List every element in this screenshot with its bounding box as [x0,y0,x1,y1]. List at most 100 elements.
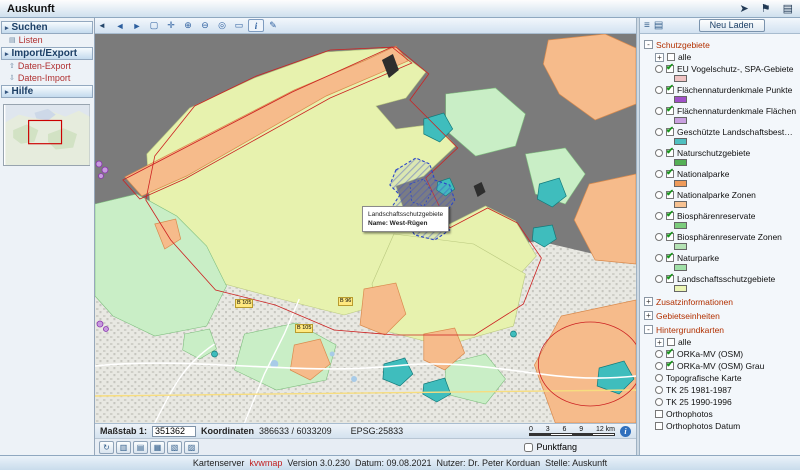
history-back-button[interactable]: ◄ [112,19,128,32]
collapse-toggle-icon[interactable]: - [644,40,653,49]
layer-radio[interactable] [655,65,663,73]
info-icon[interactable]: i [620,426,631,437]
layer-radio[interactable] [655,374,663,382]
layer-row: TK 25 1990-1996 [644,396,797,408]
layer-checkbox[interactable] [655,410,663,418]
app-title: Auskunft [7,3,55,15]
layer-radio[interactable] [655,386,663,394]
history-forward-button[interactable]: ► [129,19,145,32]
layer-label[interactable]: Nationalparke [677,169,729,179]
layer-checkbox[interactable]: ✔ [666,212,674,220]
sidebar-item-daten-export[interactable]: ⇧ Daten-Export [0,60,94,72]
layer-label[interactable]: alle [678,337,691,347]
measure-button[interactable]: ✎ [265,19,281,32]
scale-input[interactable] [152,426,196,437]
pan-button[interactable]: ✛ [163,19,179,32]
save-extent-icon[interactable]: ▥ [116,441,131,454]
panel-header-hilfe[interactable]: ▸ Hilfe [1,85,93,98]
layer-checkbox[interactable]: ✔ [666,65,674,73]
layer-label[interactable]: ORKa-MV (OSM) [677,349,743,359]
print-map-icon[interactable]: ▤ [133,441,148,454]
layer-radio[interactable] [655,233,663,241]
layer-checkbox[interactable]: ✔ [666,191,674,199]
share-map-icon[interactable]: ▨ [184,441,199,454]
map-canvas[interactable]: B 105 B 105 B 96 Landschaftsschutzgebiet… [95,34,636,423]
layer-label[interactable]: Topografische Karte [666,373,742,383]
layer-label[interactable]: Flächennaturdenkmale Punkte [677,85,792,95]
layer-radio[interactable] [655,191,663,199]
layer-radio[interactable] [655,128,663,136]
reload-button[interactable]: Neu Laden [699,19,765,32]
layer-radio[interactable] [655,362,663,370]
layer-label[interactable]: alle [678,52,691,62]
layer-radio[interactable] [655,170,663,178]
layer-checkbox[interactable]: ✔ [666,350,674,358]
layer-label[interactable]: Naturparke [677,253,719,263]
tree-icon[interactable]: ≡ [644,20,650,31]
layer-label[interactable]: Orthophotos [666,409,713,419]
zoom-out-button[interactable]: ⊖ [197,19,213,32]
layer-label[interactable]: Orthophotos Datum [666,421,740,431]
layer-checkbox[interactable]: ✔ [666,149,674,157]
status-brand[interactable]: kvwmap [249,458,282,468]
layer-checkbox[interactable]: ✔ [666,233,674,241]
layer-label[interactable]: Biosphärenreservate [677,211,755,221]
layer-radio[interactable] [655,149,663,157]
overview-map[interactable] [3,104,90,166]
layer-radio[interactable] [655,350,663,358]
sidebar-item-listen[interactable]: ▤ Listen [0,34,94,46]
recenter-button[interactable]: ◎ [214,19,230,32]
layer-radio[interactable] [655,275,663,283]
layer-radio[interactable] [655,398,663,406]
layer-label[interactable]: Landschaftsschutzgebiete [677,274,775,284]
collapse-toggle-icon[interactable]: - [644,325,653,334]
layers-icon[interactable]: ▤ [654,20,663,31]
refresh-map-icon[interactable]: ↻ [99,441,114,454]
expand-toggle-icon[interactable]: + [655,53,664,62]
layer-checkbox[interactable]: ✔ [666,254,674,262]
legend-group-title[interactable]: Schutzgebiete [656,40,710,50]
layer-label[interactable]: Nationalparke Zonen [677,190,756,200]
collapse-sidebar-button[interactable]: ◄ [97,21,107,30]
pointer-icon[interactable]: ➤ [740,2,749,15]
expand-toggle-icon[interactable]: + [644,297,653,306]
layer-label[interactable]: Naturschutzgebiete [677,148,750,158]
pdf-export-icon[interactable]: ▧ [167,441,182,454]
layer-label[interactable]: EU Vogelschutz-, SPA-Gebiete [677,64,794,74]
info-query-button[interactable]: i [248,19,264,32]
layer-checkbox[interactable]: ✔ [666,86,674,94]
full-extent-button[interactable]: ▢ [146,19,162,32]
expand-toggle-icon[interactable]: + [644,311,653,320]
layer-label[interactable]: Biosphärenreservate Zonen [677,232,782,242]
layer-label[interactable]: TK 25 1981-1987 [666,385,732,395]
layer-radio[interactable] [655,86,663,94]
layer-label[interactable]: Geschützte Landschaftsbestandteile [677,127,797,137]
layer-checkbox[interactable]: ✔ [666,275,674,283]
layer-label[interactable]: ORKa-MV (OSM) Grau [677,361,764,371]
layer-checkbox[interactable] [667,338,675,346]
layer-radio[interactable] [655,254,663,262]
layer-radio[interactable] [655,107,663,115]
print-icon[interactable]: ▤ [783,2,793,15]
layer-checkbox[interactable] [667,53,675,61]
layer-checkbox[interactable]: ✔ [666,107,674,115]
layer-radio[interactable] [655,212,663,220]
layer-label[interactable]: Flächennaturdenkmale Flächen [677,106,796,116]
zoom-box-button[interactable]: ▭ [231,19,247,32]
panel-header-import-export[interactable]: ▸ Import/Export [1,47,93,60]
expand-toggle-icon[interactable]: + [655,338,664,347]
layer-checkbox[interactable] [655,422,663,430]
legend-group-title[interactable]: Zusatzinformationen [656,297,733,307]
zoom-in-button[interactable]: ⊕ [180,19,196,32]
layer-checkbox[interactable]: ✔ [666,362,674,370]
sidebar-item-daten-import[interactable]: ⇩ Daten-Import [0,72,94,84]
panel-header-suchen[interactable]: ▸ Suchen [1,21,93,34]
layer-label[interactable]: TK 25 1990-1996 [666,397,732,407]
legend-group-title[interactable]: Hintergrundkarten [656,325,724,335]
flag-icon[interactable]: ⚑ [761,2,771,15]
punktfang-checkbox[interactable] [524,443,533,452]
export-image-icon[interactable]: ▦ [150,441,165,454]
layer-checkbox[interactable]: ✔ [666,128,674,136]
layer-checkbox[interactable]: ✔ [666,170,674,178]
legend-group-title[interactable]: Gebietseinheiten [656,311,720,321]
